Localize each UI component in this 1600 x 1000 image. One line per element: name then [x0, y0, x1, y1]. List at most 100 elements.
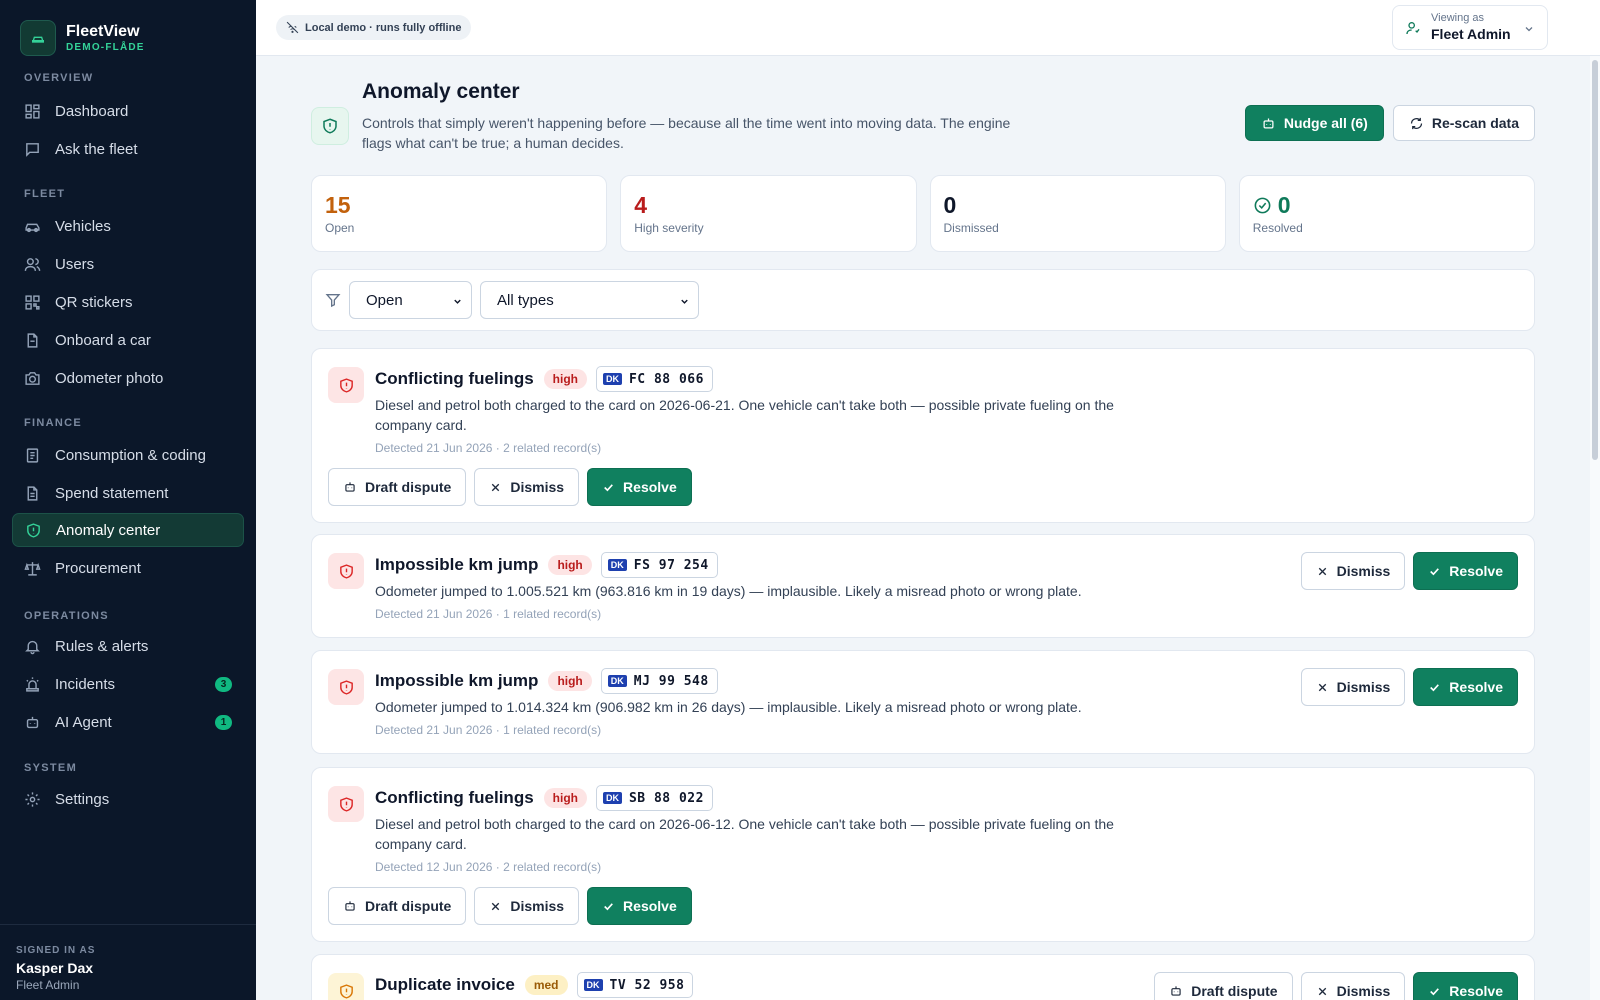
- draft-dispute-label: Draft dispute: [365, 898, 452, 914]
- resolve-button[interactable]: Resolve: [1413, 972, 1518, 1000]
- dismiss-button[interactable]: Dismiss: [1300, 552, 1406, 590]
- sidebar-item-qr-stickers[interactable]: QR stickers: [12, 285, 244, 319]
- anomaly-meta: Detected 21 Jun 2026 · 1 related record(…: [375, 723, 602, 737]
- wifi-off-icon: [286, 21, 299, 34]
- license-plate[interactable]: DK FC 88 066: [595, 366, 713, 392]
- anomaly-description: Odometer jumped to 1.014.324 km (906.982…: [375, 699, 1082, 715]
- stat-high-severity: 4 High severity: [620, 175, 917, 252]
- plate-number: FC 88 066: [628, 371, 704, 387]
- signed-in-label: SIGNED IN AS: [16, 945, 96, 956]
- dismiss-button[interactable]: Dismiss: [474, 468, 580, 506]
- sidebar-item-users[interactable]: Users: [12, 247, 244, 281]
- viewing-as-selector[interactable]: Viewing as Fleet Admin: [1392, 5, 1548, 50]
- severity-badge: high: [543, 788, 587, 808]
- resolve-button[interactable]: Resolve: [1413, 668, 1518, 706]
- page-header: Anomaly center Controls that simply were…: [311, 80, 1535, 155]
- sidebar-item-dashboard[interactable]: Dashboard: [12, 94, 244, 128]
- shield-icon: [311, 107, 349, 145]
- alert-shield-icon: [328, 553, 364, 589]
- robot-icon: [1263, 118, 1274, 128]
- sidebar-item-incidents[interactable]: Incidents 3: [12, 667, 244, 701]
- stat-value: 15: [325, 192, 351, 218]
- license-plate[interactable]: DK SB 88 022: [595, 785, 713, 811]
- resolve-label: Resolve: [1449, 983, 1503, 999]
- plate-country: DK: [602, 373, 622, 385]
- draft-dispute-button[interactable]: Draft dispute: [328, 887, 467, 925]
- stat-open: 15 Open: [311, 175, 608, 252]
- draft-dispute-label: Draft dispute: [1191, 983, 1278, 999]
- status-filter-select[interactable]: Open: [349, 281, 472, 319]
- nav-section-finance: FINANCE: [24, 417, 82, 429]
- app-name: FleetView: [66, 23, 140, 40]
- user-switch-icon: [1406, 21, 1420, 34]
- sidebar-item-anomaly-center[interactable]: Anomaly center: [12, 513, 244, 547]
- robot-icon: [1171, 986, 1181, 996]
- sidebar-item-onboard-a-car[interactable]: Onboard a car: [12, 323, 244, 357]
- filter-bar: Open All types: [311, 269, 1535, 331]
- draft-dispute-button[interactable]: Draft dispute: [328, 468, 467, 506]
- dismiss-button[interactable]: Dismiss: [474, 887, 580, 925]
- close-icon: [492, 483, 500, 491]
- dismiss-button[interactable]: Dismiss: [1300, 972, 1406, 1000]
- plate-country: DK: [607, 675, 627, 687]
- sidebar-item-rules-alerts[interactable]: Rules & alerts: [12, 629, 244, 663]
- sidebar-item-procurement[interactable]: Procurement: [12, 551, 244, 585]
- check-icon: [1430, 987, 1440, 995]
- resolve-button[interactable]: Resolve: [1413, 552, 1518, 590]
- license-plate[interactable]: DK TV 52 958: [576, 972, 694, 998]
- sidebar-item-vehicles[interactable]: Vehicles: [12, 209, 244, 243]
- close-icon: [492, 902, 500, 910]
- anomaly-title: Conflicting fuelings: [375, 788, 534, 807]
- chevron-down-icon: [681, 299, 688, 304]
- resolve-button[interactable]: Resolve: [587, 468, 692, 506]
- dismiss-button[interactable]: Dismiss: [1300, 668, 1406, 706]
- resolve-label: Resolve: [623, 479, 677, 495]
- license-plate[interactable]: DK MJ 99 548: [600, 668, 718, 694]
- sidebar-item-ai-agent[interactable]: AI Agent 1: [12, 705, 244, 739]
- check-icon: [1430, 567, 1440, 575]
- sidebar: FleetView DEMO-FLÅDE OVERVIEW Dashboard …: [0, 0, 256, 1000]
- offline-demo-text: Local demo · runs fully offline: [305, 21, 462, 34]
- dismiss-label: Dismiss: [1336, 679, 1391, 695]
- brand[interactable]: FleetView DEMO-FLÅDE: [20, 20, 145, 56]
- viewing-as-label: Viewing as: [1431, 12, 1484, 24]
- rescan-data-button[interactable]: Re-scan data: [1392, 105, 1535, 141]
- resolve-button[interactable]: Resolve: [587, 887, 692, 925]
- stat-label: Open: [325, 221, 355, 235]
- check-icon: [1430, 683, 1440, 691]
- scrollbar-thumb[interactable]: [1592, 60, 1598, 460]
- nav-section-system: SYSTEM: [24, 762, 78, 774]
- signed-in-name: Kasper Dax: [16, 960, 94, 976]
- anomaly-meta: Detected 21 Jun 2026 · 1 related record(…: [375, 607, 602, 621]
- chat-icon: [26, 142, 39, 157]
- stat-label: High severity: [634, 221, 704, 235]
- license-plate[interactable]: DK FS 97 254: [600, 552, 718, 578]
- check-icon: [604, 483, 613, 491]
- resolve-label: Resolve: [1449, 563, 1503, 579]
- sidebar-item-label: Odometer photo: [55, 369, 164, 387]
- severity-badge: high: [543, 369, 587, 389]
- stat-value: 4: [634, 192, 648, 218]
- sidebar-item-ask-the-fleet[interactable]: Ask the fleet: [12, 132, 244, 166]
- filter-icon: [325, 294, 341, 308]
- page-title: Anomaly center: [362, 80, 520, 103]
- stat-dismissed: 0 Dismissed: [929, 175, 1226, 252]
- sidebar-item-settings[interactable]: Settings: [12, 782, 244, 816]
- type-filter-select[interactable]: All types: [480, 281, 699, 319]
- sidebar-item-consumption-coding[interactable]: Consumption & coding: [12, 438, 244, 472]
- draft-dispute-button[interactable]: Draft dispute: [1154, 972, 1293, 1000]
- anomaly-title: Impossible km jump: [375, 555, 539, 574]
- plate-country: DK: [607, 559, 627, 571]
- nudge-all-button[interactable]: Nudge all (6): [1244, 105, 1384, 141]
- sidebar-item-odometer-photo[interactable]: Odometer photo: [12, 361, 244, 395]
- dismiss-label: Dismiss: [1336, 983, 1391, 999]
- nav-section-fleet: FLEET: [24, 188, 66, 200]
- top-bar: Local demo · runs fully offline Viewing …: [256, 0, 1600, 56]
- status-filter-value: Open: [366, 291, 403, 309]
- alert-shield-icon: [328, 973, 364, 1000]
- bell-icon: [25, 640, 40, 654]
- camera-icon: [25, 371, 40, 385]
- sidebar-item-spend-statement[interactable]: Spend statement: [12, 476, 244, 510]
- anomaly-title: Duplicate invoice: [375, 975, 515, 994]
- nav-section-operations: OPERATIONS: [24, 610, 109, 622]
